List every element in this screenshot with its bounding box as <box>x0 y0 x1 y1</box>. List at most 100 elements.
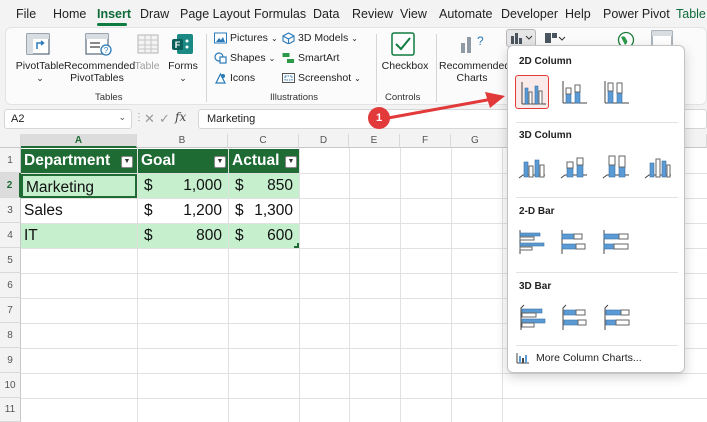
column-chart-dropdown: 2D Column 3D Column 2-D Bar 3D Bar More … <box>507 45 685 373</box>
cell-b3-goal[interactable]: $1,200 <box>138 199 228 223</box>
gridline <box>400 148 401 422</box>
3d-column-icon <box>644 158 671 179</box>
100-stacked-bar-option[interactable] <box>599 225 633 259</box>
checkbox-icon <box>391 32 415 59</box>
row-header[interactable]: 5 <box>0 248 21 273</box>
3d-100-stacked-bar-icon <box>604 304 630 330</box>
cell-a4-department[interactable]: IT <box>21 224 137 248</box>
cell-c3-actual[interactable]: $1,300 <box>229 199 299 223</box>
tab-developer[interactable]: Developer <box>501 7 558 21</box>
column-header-f[interactable]: F <box>400 134 451 148</box>
row-header[interactable]: 2 <box>0 173 21 198</box>
tab-help[interactable]: Help <box>565 7 591 21</box>
tab-power-pivot[interactable]: Power Pivot <box>603 7 670 21</box>
table-resize-handle[interactable] <box>294 243 299 248</box>
callout-arrow <box>387 92 505 120</box>
filter-dropdown-icon[interactable]: ▼ <box>121 156 133 168</box>
3d-clustered-bar-option[interactable] <box>515 301 549 335</box>
recommended-charts-button[interactable]: Recommended Charts <box>439 60 510 84</box>
svg-text:F: F <box>175 40 181 50</box>
tab-table-design[interactable]: Table D <box>676 7 707 21</box>
tab-draw[interactable]: Draw <box>140 7 169 21</box>
table-button[interactable]: Table <box>132 60 162 72</box>
row-header[interactable]: 7 <box>0 298 21 323</box>
row-header[interactable]: 9 <box>0 348 21 373</box>
3d-stacked-column-option[interactable] <box>557 150 591 184</box>
checkbox-button[interactable]: Checkbox <box>381 60 429 72</box>
filter-dropdown-icon[interactable]: ▼ <box>214 156 226 168</box>
stacked-bar-option[interactable] <box>557 225 591 259</box>
shapes-button[interactable]: Shapes ⌄ <box>214 52 275 64</box>
icons-button[interactable]: Icons <box>214 72 255 84</box>
pivottable-button[interactable]: PivotTable ⌄ <box>14 60 66 84</box>
3d-100-stacked-column-option[interactable] <box>599 150 633 184</box>
gridline <box>21 373 707 374</box>
row-header[interactable]: 1 <box>0 148 21 173</box>
insert-function-icon[interactable]: fx <box>175 110 186 124</box>
tab-page-layout[interactable]: Page Layout <box>180 7 250 21</box>
tab-automate[interactable]: Automate <box>439 7 493 21</box>
chevron-down-icon[interactable]: ⌄ <box>118 112 126 123</box>
name-box[interactable]: A2 ⌄ <box>4 109 132 129</box>
row-header[interactable]: 10 <box>0 373 21 398</box>
cell-c4-actual[interactable]: $600 <box>229 224 299 248</box>
tab-home[interactable]: Home <box>53 7 86 21</box>
forms-button[interactable]: Forms ⌄ <box>166 60 200 84</box>
tab-insert[interactable]: Insert <box>97 7 131 21</box>
row-header[interactable]: 11 <box>0 398 21 422</box>
filter-dropdown-icon[interactable]: ▼ <box>285 156 297 168</box>
recommended-charts-icon: ? <box>458 31 484 60</box>
3d-clustered-bar-icon <box>520 304 546 330</box>
pictures-icon <box>214 32 227 44</box>
row-header[interactable]: 3 <box>0 198 21 223</box>
clustered-column-option[interactable] <box>515 75 549 109</box>
cancel-icon[interactable]: ✕ <box>144 111 155 127</box>
3d-stacked-bar-icon <box>562 304 587 330</box>
row-header[interactable]: 8 <box>0 323 21 348</box>
tab-view[interactable]: View <box>400 7 427 21</box>
pictures-button[interactable]: Pictures ⌄ <box>214 32 278 44</box>
gridline <box>349 148 350 422</box>
3d-clustered-column-option[interactable] <box>515 150 549 184</box>
smartart-button[interactable]: SmartArt <box>282 52 339 64</box>
cell-a2-department[interactable]: Marketing <box>21 174 137 198</box>
stacked-column-option[interactable] <box>557 75 591 109</box>
cell-a3-department[interactable]: Sales <box>21 199 137 223</box>
tab-file[interactable]: File <box>16 7 36 21</box>
3d-models-icon <box>282 32 295 44</box>
tab-formulas[interactable]: Formulas <box>254 7 306 21</box>
column-header-b[interactable]: B <box>137 134 228 148</box>
more-column-charts-link[interactable]: More Column Charts... <box>516 352 642 364</box>
cell-c2-actual[interactable]: $850 <box>229 174 299 198</box>
separator <box>516 272 678 273</box>
cell-b4-goal[interactable]: $800 <box>138 224 228 248</box>
row-header[interactable]: 4 <box>0 223 21 248</box>
select-all-corner[interactable] <box>0 134 21 148</box>
tab-review[interactable]: Review <box>352 7 393 21</box>
column-header-d[interactable]: D <box>299 134 349 148</box>
menu-bar: File Home Insert Draw Page Layout Formul… <box>0 0 707 26</box>
cell-b2-goal[interactable]: $1,000 <box>138 174 228 198</box>
table-header-department[interactable]: Department <box>21 149 137 173</box>
3d-column-option[interactable] <box>641 150 675 184</box>
name-box-value: A2 <box>11 113 25 125</box>
column-header-c[interactable]: C <box>228 134 299 148</box>
screenshot-button[interactable]: Screenshot ⌄ <box>282 72 361 84</box>
column-header-a[interactable]: A <box>21 134 137 148</box>
group-label-illustrations: Illustrations <box>270 92 319 103</box>
column-header-e[interactable]: E <box>349 134 400 148</box>
screenshot-icon <box>282 73 295 83</box>
3d-stacked-bar-option[interactable] <box>557 301 591 335</box>
tab-data[interactable]: Data <box>313 7 339 21</box>
recommended-pivottables-button[interactable]: Recommended PivotTables <box>64 60 135 84</box>
3d-100-stacked-bar-option[interactable] <box>599 301 633 335</box>
100-stacked-column-option[interactable] <box>599 75 633 109</box>
3d-models-button[interactable]: 3D Models ⌄ <box>282 32 358 44</box>
hierarchy-chart-icon <box>545 33 566 43</box>
3d-stacked-column-icon <box>560 157 587 179</box>
clustered-bar-option[interactable] <box>515 225 549 259</box>
row-header[interactable]: 6 <box>0 273 21 298</box>
section-2d-bar: 2-D Bar <box>519 206 555 217</box>
enter-icon[interactable]: ✓ <box>159 111 170 127</box>
column-chart-icon <box>511 33 533 44</box>
